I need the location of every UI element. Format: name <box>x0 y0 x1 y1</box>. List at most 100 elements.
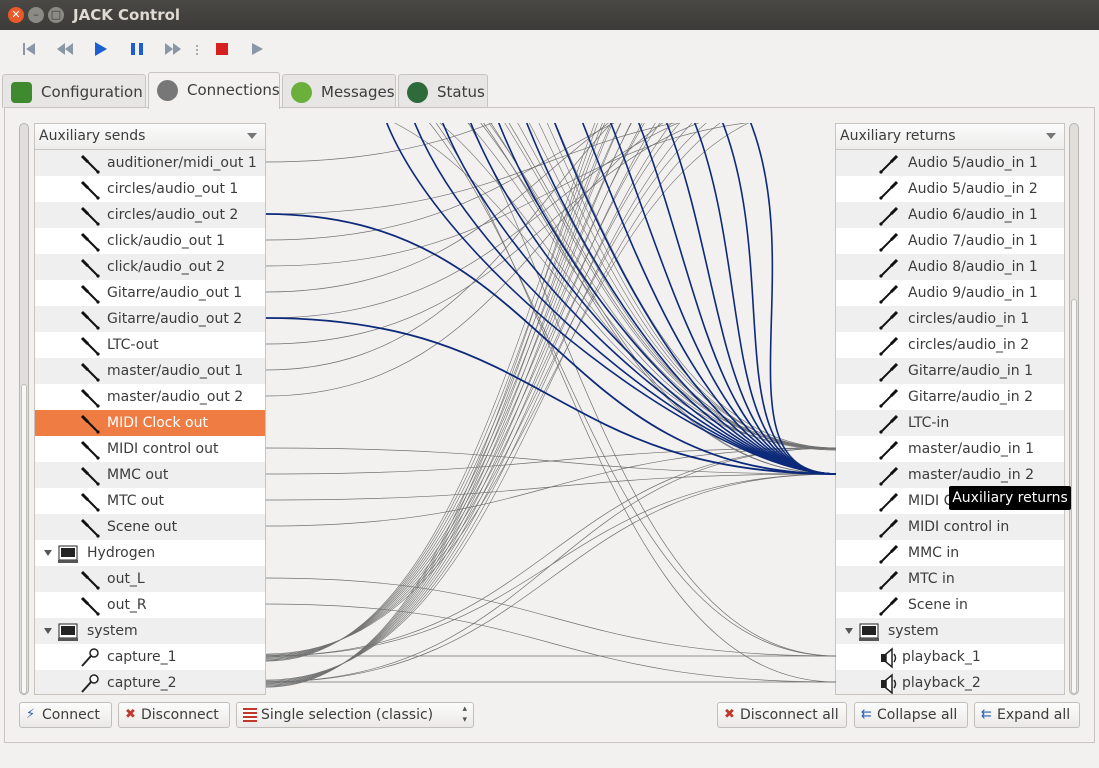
disconnect-button[interactable]: ✖ Disconnect <box>118 702 230 728</box>
tab-connections[interactable]: Connections <box>148 72 280 109</box>
left-port-row[interactable]: Gitarre/audio_out 1 <box>35 280 265 306</box>
left-port-row[interactable]: LTC-out <box>35 332 265 358</box>
right-port-row[interactable]: MTC in <box>836 566 1064 592</box>
right-port-row[interactable]: circles/audio_in 2 <box>836 332 1064 358</box>
left-port-row[interactable]: MMC out <box>35 462 265 488</box>
left-port-row[interactable]: MIDI Clock out <box>35 410 265 436</box>
left-port-row[interactable]: capture_2 <box>35 670 265 694</box>
right-port-row[interactable]: master/audio_in 1 <box>836 436 1064 462</box>
right-port-row[interactable]: playback_1 <box>836 644 1064 670</box>
port-label: master/audio_in 2 <box>908 467 1034 483</box>
left-port-row[interactable]: out_R <box>35 592 265 618</box>
rewind-to-start-icon[interactable] <box>20 40 38 58</box>
port-label: Audio 6/audio_in 1 <box>908 207 1038 223</box>
sends-list[interactable]: Auxiliary sends auditioner/midi_out 1 cir… <box>34 123 266 695</box>
right-port-row[interactable]: Audio 9/audio_in 1 <box>836 280 1064 306</box>
tab-status[interactable]: Status <box>398 74 488 108</box>
connection-line <box>266 447 836 683</box>
left-scrollbar-thumb[interactable] <box>21 384 27 694</box>
right-scrollbar[interactable] <box>1069 123 1079 695</box>
left-port-row[interactable]: out_L <box>35 566 265 592</box>
jack-plug-icon <box>79 517 101 539</box>
right-port-row[interactable]: master/audio_in 2 <box>836 462 1064 488</box>
expand-all-button[interactable]: ⇇ Expand all <box>974 702 1080 728</box>
jack-plug-icon <box>878 569 900 591</box>
right-client-row[interactable]: system <box>836 618 1064 644</box>
jack-plug-icon <box>79 569 101 591</box>
port-label: MIDI control in <box>908 519 1010 535</box>
play-forward-icon[interactable] <box>248 40 266 58</box>
jack-plug-icon <box>79 387 101 409</box>
rewind-icon[interactable] <box>56 40 74 58</box>
right-port-row[interactable]: Gitarre/audio_in 1 <box>836 358 1064 384</box>
left-client-row[interactable]: system <box>35 618 265 644</box>
jack-plug-icon <box>878 153 900 175</box>
maximize-icon[interactable]: □ <box>48 7 64 23</box>
left-port-row[interactable]: MTC out <box>35 488 265 514</box>
port-label: MMC in <box>908 545 960 561</box>
play-icon[interactable] <box>92 40 110 58</box>
right-port-row[interactable]: Audio 6/audio_in 1 <box>836 202 1064 228</box>
connect-button[interactable]: ⚡ Connect <box>19 702 112 728</box>
speaker-icon <box>878 647 900 669</box>
status-icon <box>407 82 428 103</box>
left-port-row[interactable]: MIDI control out <box>35 436 265 462</box>
left-port-row[interactable]: click/audio_out 2 <box>35 254 265 280</box>
client-icon <box>57 543 79 565</box>
right-scrollbar-thumb[interactable] <box>1071 299 1077 694</box>
left-port-row[interactable]: auditioner/midi_out 1 <box>35 150 265 176</box>
expand-arrow-icon[interactable] <box>44 550 52 556</box>
jack-plug-icon <box>878 257 900 279</box>
right-port-row[interactable]: MIDI control in <box>836 514 1064 540</box>
left-scrollbar[interactable] <box>19 123 29 695</box>
right-port-row[interactable]: circles/audio_in 1 <box>836 306 1064 332</box>
tab-configuration[interactable]: Configuration <box>2 74 146 108</box>
port-label: circles/audio_in 1 <box>908 311 1030 327</box>
right-port-row[interactable]: Audio 8/audio_in 1 <box>836 254 1064 280</box>
tab-messages[interactable]: Messages <box>282 74 396 108</box>
returns-list[interactable]: Auxiliary returns Audio 5/audio_in 1 Audi… <box>835 123 1065 695</box>
expand-arrow-icon[interactable] <box>44 628 52 634</box>
port-label: master/audio_out 1 <box>107 363 244 379</box>
connection-lines[interactable] <box>266 123 836 695</box>
right-port-row[interactable]: Audio 5/audio_in 2 <box>836 176 1064 202</box>
stop-icon[interactable] <box>213 40 231 58</box>
disconnect-all-icon: ✖ <box>724 707 735 722</box>
left-port-row[interactable]: Gitarre/audio_out 2 <box>35 306 265 332</box>
left-port-row[interactable]: master/audio_out 2 <box>35 384 265 410</box>
jack-plug-icon <box>79 153 101 175</box>
port-label: MIDI control out <box>107 441 219 457</box>
collapse-all-button[interactable]: ⇇ Collapse all <box>854 702 968 728</box>
right-port-row[interactable]: Gitarre/audio_in 2 <box>836 384 1064 410</box>
sends-header[interactable]: Auxiliary sends <box>35 124 265 150</box>
fast-forward-icon[interactable] <box>164 40 182 58</box>
disconnect-all-button[interactable]: ✖ Disconnect all <box>717 702 847 728</box>
right-port-row[interactable]: playback_2 <box>836 670 1064 694</box>
expand-arrow-icon[interactable] <box>845 628 853 634</box>
left-port-row[interactable]: capture_1 <box>35 644 265 670</box>
left-port-row[interactable]: master/audio_out 1 <box>35 358 265 384</box>
jack-plug-icon <box>79 465 101 487</box>
connection-line <box>266 123 673 682</box>
close-icon[interactable]: ✕ <box>8 7 24 23</box>
right-port-row[interactable]: Scene in <box>836 592 1064 618</box>
pause-icon[interactable] <box>128 40 146 58</box>
left-port-row[interactable]: click/audio_out 1 <box>35 228 265 254</box>
port-label: click/audio_out 1 <box>107 233 226 249</box>
jack-plug-icon <box>79 179 101 201</box>
left-port-row[interactable]: circles/audio_out 2 <box>35 202 265 228</box>
left-client-row[interactable]: Hydrogen <box>35 540 265 566</box>
right-port-row[interactable]: MMC in <box>836 540 1064 566</box>
jack-plug-icon <box>79 491 101 513</box>
left-port-row[interactable]: circles/audio_out 1 <box>35 176 265 202</box>
left-port-row[interactable]: Scene out <box>35 514 265 540</box>
right-port-row[interactable]: Audio 5/audio_in 1 <box>836 150 1064 176</box>
port-label: Gitarre/audio_out 2 <box>107 311 243 327</box>
minimize-icon[interactable]: – <box>28 7 44 23</box>
connection-line <box>266 603 836 683</box>
connection-line <box>266 123 693 682</box>
right-port-row[interactable]: Audio 7/audio_in 1 <box>836 228 1064 254</box>
right-port-row[interactable]: LTC-in <box>836 410 1064 436</box>
selection-mode-select[interactable]: Single selection (classic) ▴ ▾ <box>236 702 474 728</box>
returns-header[interactable]: Auxiliary returns <box>836 124 1064 150</box>
